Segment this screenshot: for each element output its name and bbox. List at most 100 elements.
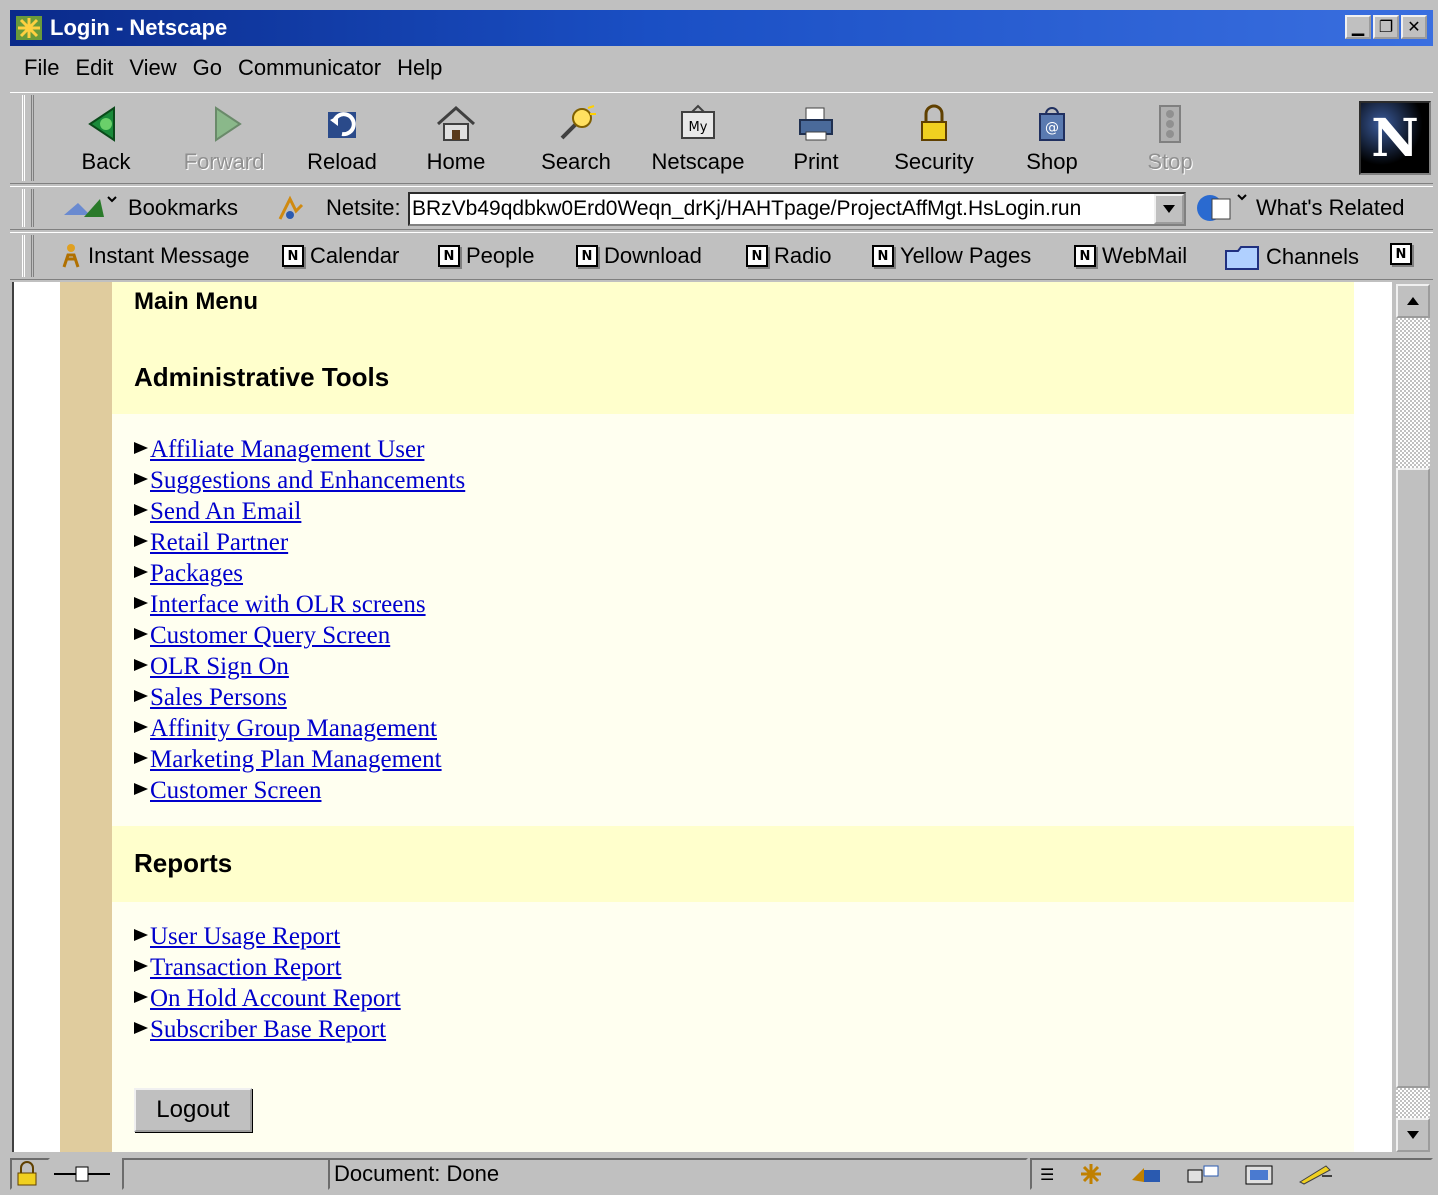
admin-tools-heading: Administrative Tools: [134, 362, 390, 392]
security-status[interactable]: [10, 1158, 50, 1190]
personal-toolbar-grip[interactable]: [22, 235, 34, 277]
security-button[interactable]: Security: [884, 101, 984, 181]
retail-partner-link[interactable]: Retail Partner: [150, 529, 288, 557]
list-item: Send An Email: [134, 498, 465, 529]
scroll-up-button[interactable]: [1396, 284, 1430, 318]
transaction-report-link[interactable]: Transaction Report: [150, 954, 341, 982]
interface-olr-link[interactable]: Interface with OLR screens: [150, 591, 426, 619]
restore-button[interactable]: ❐: [1373, 15, 1399, 39]
vertical-scrollbar[interactable]: [1394, 282, 1432, 1152]
menu-file[interactable]: File: [24, 55, 59, 81]
reload-button[interactable]: Reload: [292, 101, 392, 181]
arrow-bullet-icon: [134, 597, 148, 609]
pen-edit-icon[interactable]: [1296, 1162, 1336, 1186]
my-netscape-button[interactable]: My Netscape: [648, 101, 748, 181]
navigator-icon[interactable]: [1076, 1162, 1106, 1186]
list-item: OLR Sign On: [134, 653, 465, 684]
reports-band: [112, 826, 1354, 902]
calendar-link[interactable]: N Calendar: [282, 243, 399, 269]
component-grip-icon: ☰: [1040, 1164, 1055, 1184]
webmail-link[interactable]: N WebMail: [1074, 243, 1187, 269]
radio-link[interactable]: N Radio: [746, 243, 831, 269]
forward-button[interactable]: Forward: [174, 101, 274, 181]
padlock-icon: [921, 104, 947, 141]
bookmarks-icon: [64, 196, 117, 217]
minimize-button[interactable]: ▁: [1345, 15, 1371, 39]
toolbar-grip[interactable]: [22, 95, 34, 181]
yellow-pages-link[interactable]: N Yellow Pages: [872, 243, 1031, 269]
on-hold-report-link[interactable]: On Hold Account Report: [150, 985, 401, 1013]
list-item: Marketing Plan Management: [134, 746, 465, 777]
arrow-bullet-icon: [134, 535, 148, 547]
logout-button[interactable]: Logout: [134, 1088, 252, 1132]
affinity-group-link[interactable]: Affinity Group Management: [150, 715, 437, 743]
menu-edit[interactable]: Edit: [75, 55, 113, 81]
print-button[interactable]: Print: [766, 101, 866, 181]
list-item: User Usage Report: [134, 923, 401, 954]
subscriber-base-report-link[interactable]: Subscriber Base Report: [150, 1016, 386, 1044]
more-link[interactable]: N: [1390, 243, 1412, 265]
netscape-page-icon: N: [282, 245, 304, 267]
close-button[interactable]: ✕: [1401, 15, 1427, 39]
whats-related-button[interactable]: What's Related: [1194, 191, 1405, 225]
discussions-icon[interactable]: [1186, 1162, 1222, 1186]
menu-go[interactable]: Go: [193, 55, 222, 81]
svg-text:My: My: [689, 120, 708, 135]
status-message: Document: Done: [328, 1158, 1028, 1190]
channels-folder[interactable]: Channels: [1224, 243, 1359, 271]
arrow-bullet-icon: [134, 960, 148, 972]
folder-icon: [1225, 246, 1259, 270]
instant-message-button[interactable]: Instant Message: [60, 243, 249, 269]
url-field[interactable]: [408, 192, 1186, 226]
packages-link[interactable]: Packages: [150, 560, 243, 588]
home-button[interactable]: Home: [406, 101, 506, 181]
user-usage-report-link[interactable]: User Usage Report: [150, 923, 340, 951]
olr-sign-on-link[interactable]: OLR Sign On: [150, 653, 289, 681]
shop-button[interactable]: @ Shop: [1002, 101, 1102, 181]
customer-query-link[interactable]: Customer Query Screen: [150, 622, 390, 650]
list-item: Customer Query Screen: [134, 622, 465, 653]
suggestions-link[interactable]: Suggestions and Enhancements: [150, 467, 465, 495]
netscape-page-icon: N: [872, 245, 894, 267]
list-item: Suggestions and Enhancements: [134, 467, 465, 498]
header-band: [112, 282, 1354, 414]
instant-message-icon: [62, 244, 80, 268]
url-dropdown-button[interactable]: [1154, 194, 1184, 224]
marketing-plan-link[interactable]: Marketing Plan Management: [150, 746, 442, 774]
netscape-logo[interactable]: N: [1359, 101, 1431, 175]
customer-screen-link[interactable]: Customer Screen: [150, 777, 321, 805]
menu-communicator[interactable]: Communicator: [238, 55, 381, 81]
sales-persons-link[interactable]: Sales Persons: [150, 684, 287, 712]
netsite-label: Netsite:: [326, 195, 401, 220]
my-netscape-icon: My: [681, 104, 715, 139]
location-grip[interactable]: [22, 189, 34, 227]
send-email-link[interactable]: Send An Email: [150, 498, 301, 526]
search-button[interactable]: Search: [526, 101, 626, 181]
netscape-page-icon: N: [576, 245, 598, 267]
list-item: Transaction Report: [134, 954, 401, 985]
list-item: On Hold Account Report: [134, 985, 401, 1016]
list-item: Interface with OLR screens: [134, 591, 465, 622]
printer-icon: [799, 107, 833, 141]
composer-icon[interactable]: [1244, 1162, 1274, 1186]
affiliate-management-user-link[interactable]: Affiliate Management User: [150, 436, 424, 464]
menu-view[interactable]: View: [129, 55, 176, 81]
menu-help[interactable]: Help: [397, 55, 442, 81]
stop-button[interactable]: Stop: [1120, 101, 1220, 181]
location-icon[interactable]: [276, 195, 306, 223]
scroll-thumb[interactable]: [1396, 468, 1430, 1088]
arrow-bullet-icon: [134, 783, 148, 795]
scroll-down-button[interactable]: [1396, 1118, 1430, 1152]
back-button[interactable]: Back: [56, 101, 156, 181]
arrow-bullet-icon: [134, 442, 148, 454]
download-link[interactable]: N Download: [576, 243, 702, 269]
arrow-bullet-icon: [134, 721, 148, 733]
url-input[interactable]: [410, 197, 1140, 221]
mail-icon[interactable]: [1128, 1162, 1164, 1186]
people-link[interactable]: N People: [438, 243, 535, 269]
netscape-app-icon[interactable]: [14, 14, 44, 42]
bookmarks-button[interactable]: Bookmarks: [60, 193, 238, 223]
scroll-track[interactable]: [1396, 318, 1430, 468]
arrow-bullet-icon: [134, 628, 148, 640]
scroll-track[interactable]: [1396, 1088, 1430, 1118]
